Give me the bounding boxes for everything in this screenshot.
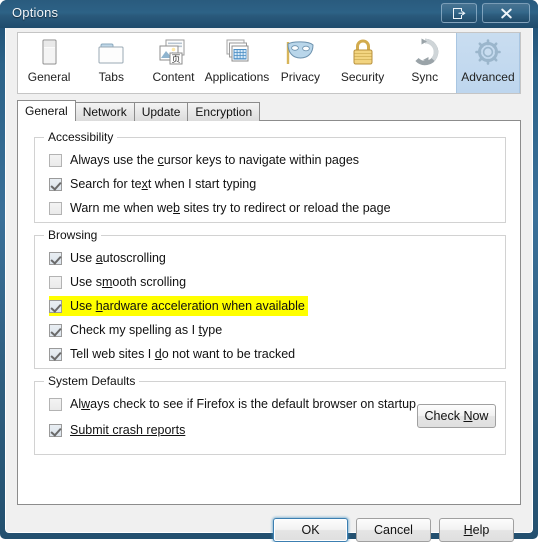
checkbox-label: Use hardware acceleration when available [70, 299, 305, 313]
toolbar-item-sync[interactable]: Sync [394, 33, 456, 93]
checkbox-label: Tell web sites I do not want to be track… [70, 347, 296, 361]
options-window: Options General Tabs 页 Content Applicati… [0, 0, 538, 542]
checkbox-row-smooth-scrolling[interactable]: Use smooth scrolling [49, 272, 186, 292]
checkbox-row-spelling[interactable]: Check my spelling as I type [49, 320, 222, 340]
tab-update[interactable]: Update [133, 102, 189, 121]
group-title-accessibility: Accessibility [44, 130, 118, 144]
ok-button[interactable]: OK [273, 518, 348, 542]
checkbox-cursor-keys[interactable] [49, 153, 62, 167]
cancel-button[interactable]: Cancel [356, 518, 431, 542]
checkbox-label: Search for text when I start typing [70, 177, 257, 191]
title-close-button[interactable] [482, 3, 530, 23]
check-now-label: Check Now [424, 409, 489, 423]
toolbar-label: Sync [411, 70, 439, 84]
title-help-button[interactable] [441, 3, 477, 23]
dialog-footer: OK Cancel Help [6, 506, 532, 542]
checkbox-row-default-browser[interactable]: Always check to see if Firefox is the de… [49, 394, 416, 414]
checkbox-spelling[interactable] [49, 323, 62, 337]
checkbox-label: Submit crash reports [70, 423, 186, 437]
toolbar-item-tabs[interactable]: Tabs [80, 33, 142, 93]
checkbox-hardware-acceleration[interactable] [49, 299, 62, 313]
toolbar-item-advanced[interactable]: Advanced [455, 33, 521, 93]
checkbox-label: Always use the cursor keys to navigate w… [70, 153, 360, 167]
toolbar-label: Applications [204, 70, 270, 84]
checkbox-row-warn-redirect[interactable]: Warn me when web sites try to redirect o… [49, 198, 391, 218]
cancel-label: Cancel [374, 523, 413, 537]
content-page-icon: 页 [156, 37, 190, 69]
general-window-icon [32, 37, 66, 69]
tab-network[interactable]: Network [74, 102, 135, 121]
checkbox-row-hardware-acceleration[interactable]: Use hardware acceleration when available [49, 296, 308, 316]
sync-arrows-icon [408, 37, 442, 69]
checkbox-warn-redirect[interactable] [49, 201, 62, 215]
checkbox-label: Always check to see if Firefox is the de… [70, 397, 417, 411]
toolbar-item-privacy[interactable]: Privacy [269, 33, 331, 93]
check-now-button[interactable]: Check Now [417, 404, 496, 428]
checkbox-row-autoscrolling[interactable]: Use autoscrolling [49, 248, 166, 268]
checkbox-row-search-text[interactable]: Search for text when I start typing [49, 174, 256, 194]
help-button[interactable]: Help [439, 518, 514, 542]
help-label: Help [463, 523, 490, 537]
help-arrow-svg [452, 7, 466, 19]
advanced-gear-icon [471, 37, 505, 69]
checkbox-row-do-not-track[interactable]: Tell web sites I do not want to be track… [49, 344, 295, 364]
toolbar-item-applications[interactable]: Applications [204, 33, 270, 93]
toolbar-label: Content [152, 70, 195, 84]
checkbox-label: Use smooth scrolling [70, 275, 187, 289]
toolbar-label: Security [340, 70, 385, 84]
tab-general[interactable]: General [17, 100, 76, 121]
help-arrow-icon [442, 4, 476, 22]
group-title-browsing: Browsing [44, 228, 102, 242]
toolbar-label: Tabs [98, 70, 124, 84]
security-padlock-icon [346, 37, 380, 69]
title-bar: Options [0, 0, 538, 28]
ok-label: OK [301, 523, 320, 537]
checkbox-search-text[interactable] [49, 177, 62, 191]
checkbox-autoscrolling[interactable] [49, 251, 62, 265]
client-area: General Tabs 页 Content Applications Priv… [5, 28, 533, 542]
toolbar-label: Advanced [461, 70, 515, 84]
category-toolbar: General Tabs 页 Content Applications Priv… [17, 32, 521, 94]
window-title: Options [12, 5, 59, 20]
checkbox-label: Warn me when web sites try to redirect o… [70, 201, 391, 215]
privacy-mask-icon [283, 37, 317, 69]
checkbox-label: Check my spelling as I type [70, 323, 223, 337]
checkbox-smooth-scrolling[interactable] [49, 275, 62, 289]
tab-panel-general: Accessibility Always use the cursor keys… [17, 120, 521, 505]
group-system-defaults: System Defaults Always check to see if F… [34, 374, 506, 455]
svg-text:页: 页 [172, 54, 181, 65]
checkbox-label: Use autoscrolling [70, 251, 166, 265]
tab-encryption[interactable]: Encryption [187, 102, 261, 121]
tabs-folder-icon [94, 37, 128, 69]
group-title-system-defaults: System Defaults [44, 374, 140, 388]
toolbar-item-content[interactable]: 页 Content [142, 33, 204, 93]
applications-windows-icon [220, 37, 254, 69]
toolbar-label: Privacy [280, 70, 321, 84]
toolbar-label: General [27, 70, 71, 84]
checkbox-crash-reports[interactable] [49, 423, 62, 437]
tab-strip: General Network Update Encryption [17, 100, 521, 121]
close-icon [483, 4, 529, 22]
group-browsing: Browsing Use autoscrolling Use smooth sc… [34, 228, 506, 369]
checkbox-default-browser[interactable] [49, 397, 62, 411]
group-accessibility: Accessibility Always use the cursor keys… [34, 130, 506, 223]
toolbar-item-general[interactable]: General [18, 33, 80, 93]
checkbox-row-crash-reports[interactable]: Submit crash reports [49, 420, 185, 440]
toolbar-item-security[interactable]: Security [331, 33, 393, 93]
close-x-svg [500, 8, 512, 18]
checkbox-do-not-track[interactable] [49, 347, 62, 361]
checkbox-row-cursor-keys[interactable]: Always use the cursor keys to navigate w… [49, 150, 359, 170]
